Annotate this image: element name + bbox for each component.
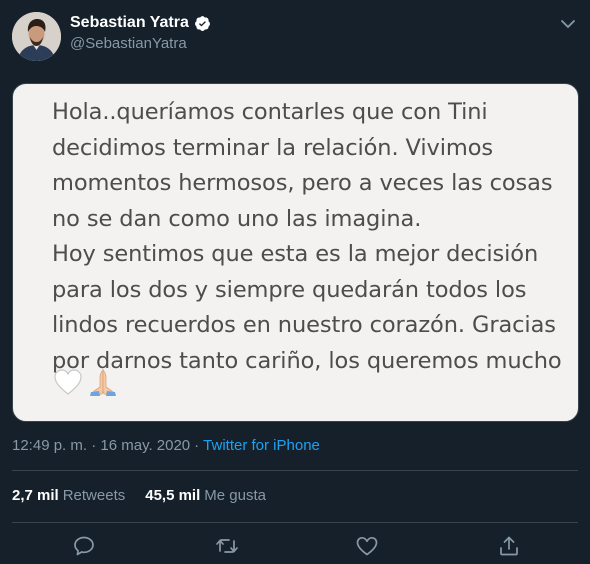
avatar-image <box>12 12 61 61</box>
avatar[interactable] <box>12 12 61 61</box>
chevron-down-icon[interactable] <box>558 14 578 34</box>
tweet-metadata: 12:49 p. m. · 16 may. 2020 · Twitter for… <box>12 437 320 454</box>
tweet-timestamp[interactable]: 12:49 p. m. · 16 may. 2020 <box>12 437 190 454</box>
verified-badge-icon <box>194 15 211 32</box>
divider <box>12 470 578 471</box>
author-name-row[interactable]: Sebastian Yatra <box>70 14 211 32</box>
tweet-source-link[interactable]: Twitter for iPhone <box>203 437 320 454</box>
tweet-stats: 2,7 mil Retweets 45,5 mil Me gusta <box>12 487 266 504</box>
likes-stat[interactable]: 45,5 mil Me gusta <box>145 487 266 504</box>
praying-hands-emoji <box>90 369 116 396</box>
meta-separator: · <box>194 437 200 454</box>
reply-icon[interactable] <box>72 534 96 558</box>
tweet-action-bar <box>0 528 590 564</box>
retweets-label: Retweets <box>62 487 126 504</box>
white-heart-emoji <box>54 369 82 395</box>
likes-count: 45,5 mil <box>145 487 201 504</box>
tweet-media-image[interactable]: Hola..queríamos contarles que con Tini d… <box>12 83 579 422</box>
retweets-stat[interactable]: 2,7 mil Retweets <box>12 487 125 504</box>
retweet-icon[interactable] <box>215 534 239 558</box>
share-icon[interactable] <box>497 534 521 558</box>
divider <box>12 522 578 523</box>
tweet-header: Sebastian Yatra @SebastianYatra <box>12 12 578 62</box>
author-name[interactable]: Sebastian Yatra <box>70 14 189 32</box>
heart-icon[interactable] <box>355 534 379 558</box>
likes-label: Me gusta <box>204 487 266 504</box>
retweets-count: 2,7 mil <box>12 487 59 504</box>
media-text: Hola..queríamos contarles que con Tini d… <box>52 99 562 374</box>
emoji-row <box>53 367 119 397</box>
author-handle[interactable]: @SebastianYatra <box>70 35 187 52</box>
